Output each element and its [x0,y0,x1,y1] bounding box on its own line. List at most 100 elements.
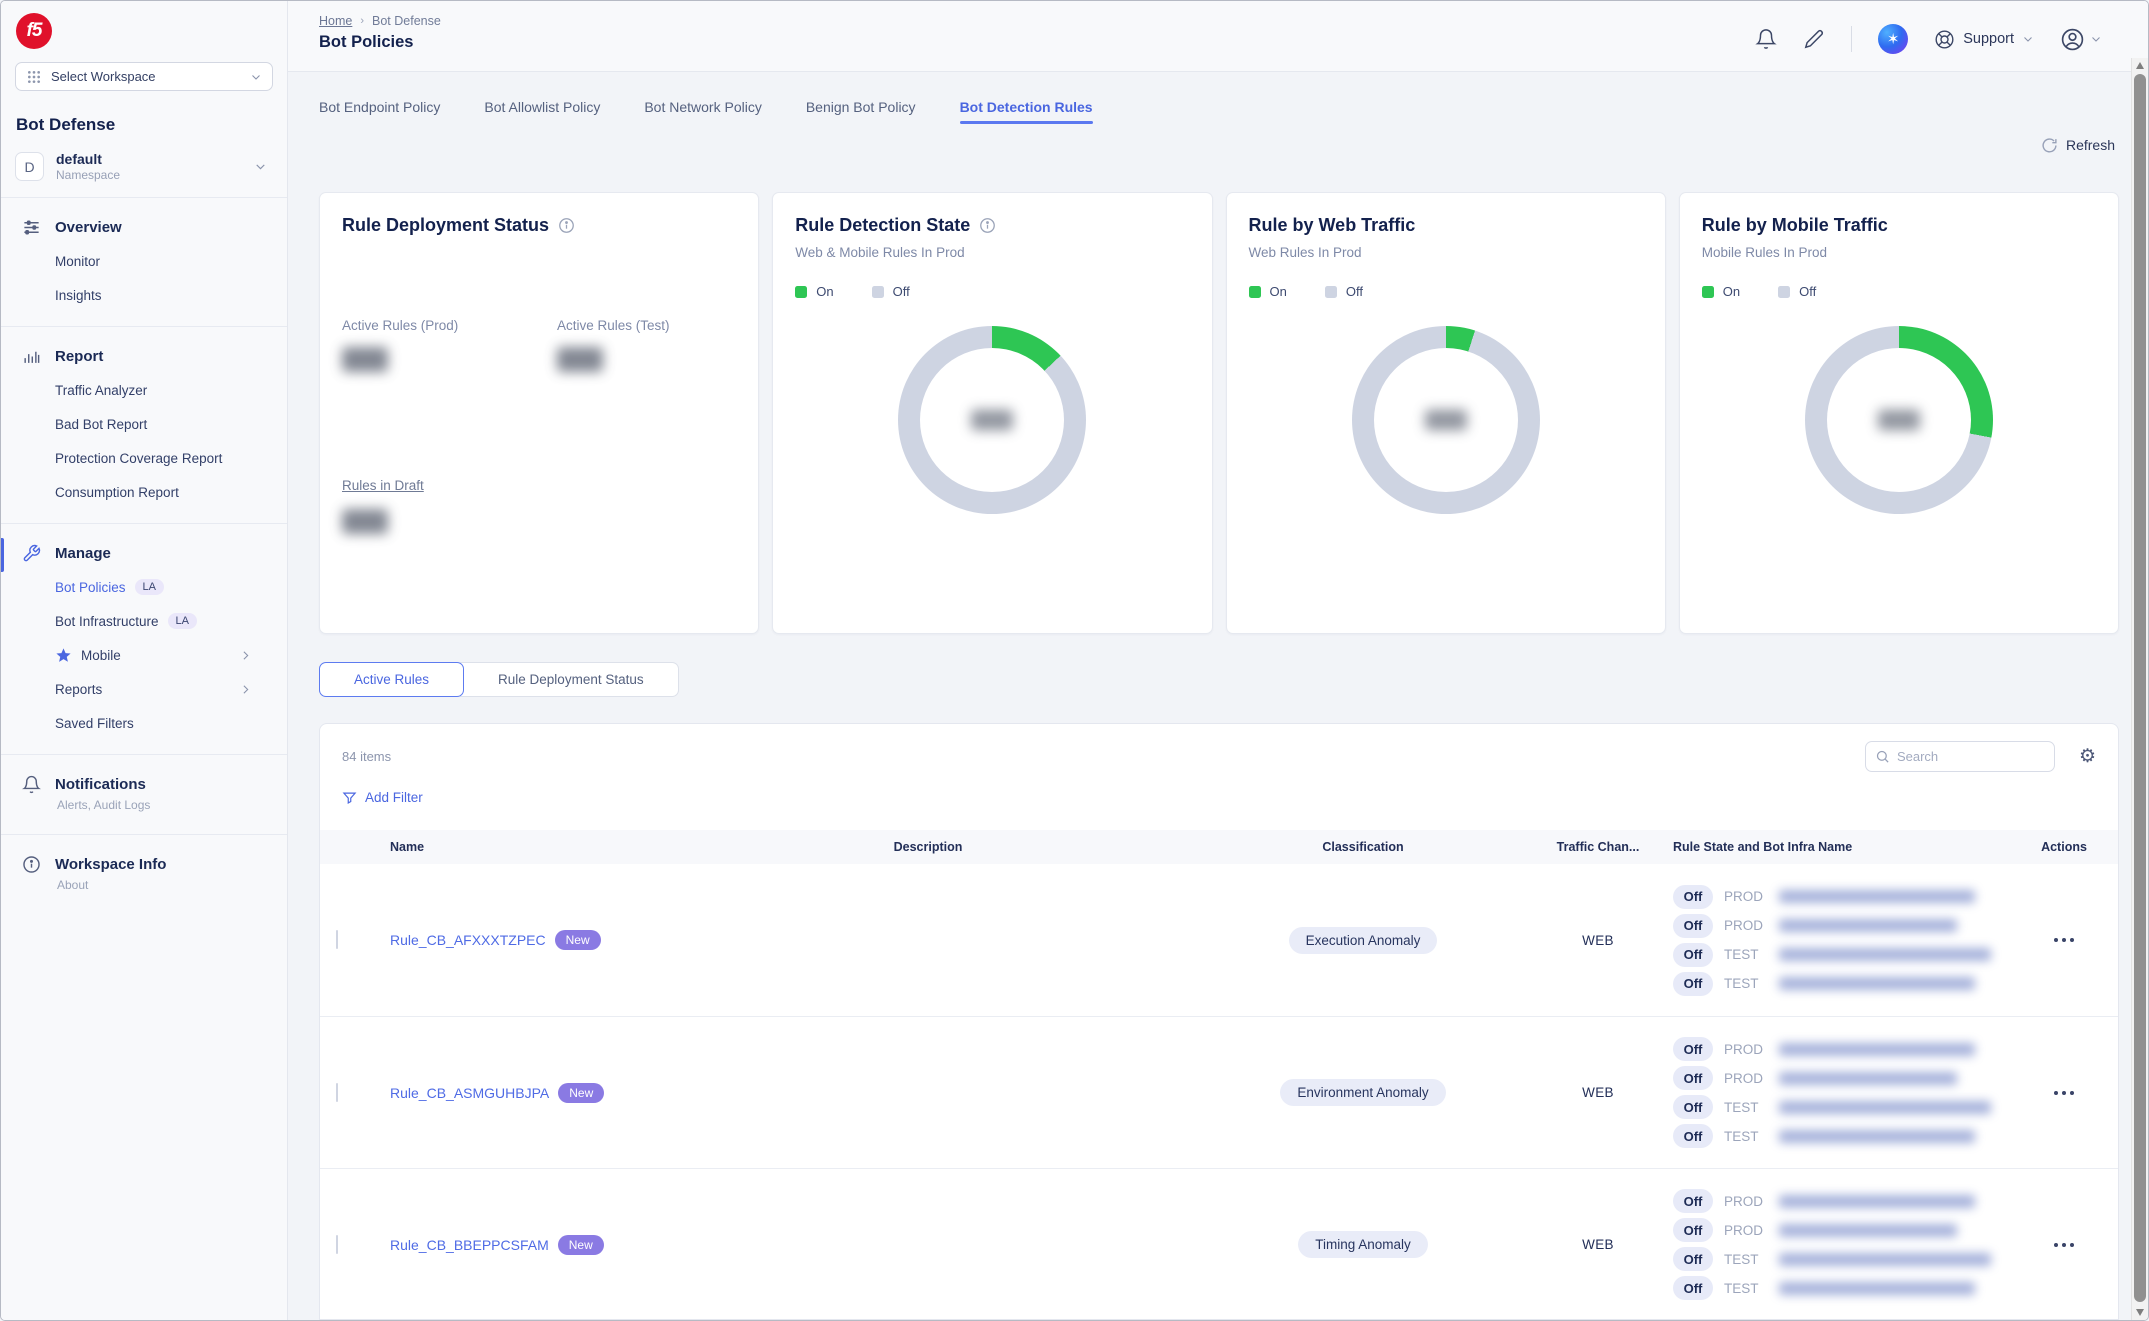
legend-on-label: On [816,284,833,299]
search-icon [1875,749,1890,764]
card-title: Rule Deployment Status [342,215,549,236]
rules-in-draft-link[interactable]: Rules in Draft [342,478,424,493]
col-description[interactable]: Description [678,840,1178,854]
support-menu[interactable]: Support [1934,29,2034,50]
tab-bot-network-policy[interactable]: Bot Network Policy [644,99,761,124]
row-actions-menu[interactable] [2008,1243,2119,1247]
refresh-label: Refresh [2066,137,2115,153]
main-area: Home › Bot Defense Bot Policies ✶ [288,1,2148,1320]
state-pill: Off [1673,914,1713,938]
workspace-selector[interactable]: Select Workspace [15,62,273,91]
tab-bot-detection-rules[interactable]: Bot Detection Rules [960,99,1093,124]
funnel-icon [342,790,357,805]
metric-label: Active Rules (Prod) [342,318,557,333]
pen-icon[interactable] [1803,28,1825,50]
nav-section-overview: Overview Monitor Insights [1,198,287,324]
f5-logo[interactable]: f5 [16,13,52,49]
chevron-down-icon [254,160,267,173]
sidebar-item-workspace-info[interactable]: Workspace Info [1,848,287,881]
chevron-down-icon [2090,33,2102,45]
items-count: 84 items [342,749,391,764]
app-window: f5 Select Workspace Bot Defense D defaul… [0,0,2149,1321]
gear-icon[interactable]: ⚙ [2079,747,2096,766]
col-rule-state[interactable]: Rule State and Bot Infra Name [1648,840,2008,854]
nav-label: Bot Infrastructure [55,614,159,629]
row-checkbox[interactable] [336,1083,338,1102]
sidebar-item-bot-policies[interactable]: Bot Policies LA [1,570,287,604]
sidebar-item-insights[interactable]: Insights [1,278,287,312]
info-icon[interactable] [558,217,575,234]
row-checkbox[interactable] [336,930,338,949]
redacted-infra-name [1779,1043,1975,1056]
nav-section-notifications: Notifications Alerts, Audit Logs [1,755,287,824]
state-pill: Off [1673,972,1713,996]
classification-pill: Execution Anomaly [1289,927,1438,954]
redacted-infra-name [1779,1130,1975,1143]
user-menu[interactable] [2060,27,2102,52]
search-box[interactable] [1865,741,2055,772]
sidebar-item-bot-infrastructure[interactable]: Bot Infrastructure LA [1,604,287,638]
toggle-rule-deployment-status[interactable]: Rule Deployment Status [460,662,679,697]
scrollbar-thumb[interactable] [2134,74,2146,1302]
rule-state-cell: OffPROD OffPROD OffTEST OffTEST [1648,1035,2008,1151]
sidebar-item-protection-coverage-report[interactable]: Protection Coverage Report [1,441,287,475]
redacted-value [342,347,388,372]
nav-label: Workspace Info [55,856,166,873]
table-row: Rule_CB_BBEPPCSFAM New Timing Anomaly WE… [320,1168,2118,1320]
sidebar-item-saved-filters[interactable]: Saved Filters [1,706,287,740]
notifications-bell-icon[interactable] [1755,28,1777,50]
sidebar-item-manage[interactable]: Manage [1,537,287,570]
sidebar-item-mobile[interactable]: Mobile [1,638,287,672]
traffic-channel: WEB [1548,933,1648,948]
env-label: TEST [1724,1281,1768,1296]
refresh-button[interactable]: Refresh [2041,137,2115,154]
redacted-infra-name [1779,890,1975,903]
row-checkbox[interactable] [336,1235,338,1254]
sidebar-item-reports[interactable]: Reports [1,672,287,706]
state-pill: Off [1673,1066,1713,1090]
sidebar-item-monitor[interactable]: Monitor [1,244,287,278]
scroll-up-arrow[interactable] [2136,62,2144,69]
state-pill: Off [1673,1247,1713,1271]
redacted-infra-name [1779,948,1991,961]
rule-name-link[interactable]: Rule_CB_BBEPPCSFAM [390,1237,549,1253]
nav-label: Notifications [55,776,146,793]
search-input[interactable] [1897,749,2045,764]
row-actions-menu[interactable] [2008,1091,2119,1095]
breadcrumb-home[interactable]: Home [319,14,352,28]
sidebar-item-bad-bot-report[interactable]: Bad Bot Report [1,407,287,441]
donut-chart [898,326,1086,514]
view-toggle: Active Rules Rule Deployment Status [319,662,2148,697]
nav-section-report: Report Traffic Analyzer Bad Bot Report P… [1,327,287,521]
namespace-selector[interactable]: D default Namespace [15,151,273,182]
row-actions-menu[interactable] [2008,938,2119,942]
vertical-scrollbar[interactable] [2131,58,2148,1320]
metric-active-rules-test: Active Rules (Test) [557,318,736,372]
info-icon[interactable] [979,217,996,234]
nav-section-workspace-info: Workspace Info About [1,835,287,904]
sidebar-item-traffic-analyzer[interactable]: Traffic Analyzer [1,373,287,407]
col-traffic-channel[interactable]: Traffic Chan... [1548,840,1648,854]
star-icon [55,647,72,664]
tab-benign-bot-policy[interactable]: Benign Bot Policy [806,99,916,124]
col-name[interactable]: Name [368,840,678,854]
sidebar-item-consumption-report[interactable]: Consumption Report [1,475,287,509]
metric-label: Active Rules (Test) [557,318,736,333]
add-filter-button[interactable]: Add Filter [342,790,423,805]
scroll-down-arrow[interactable] [2136,1309,2144,1316]
sidebar-item-report[interactable]: Report [1,340,287,373]
tab-bot-allowlist-policy[interactable]: Bot Allowlist Policy [484,99,600,124]
tab-bot-endpoint-policy[interactable]: Bot Endpoint Policy [319,99,440,124]
rule-name-link[interactable]: Rule_CB_ASMGUHBJPA [390,1085,549,1101]
ai-assistant-icon[interactable]: ✶ [1878,24,1908,54]
col-classification[interactable]: Classification [1178,840,1548,854]
card-title: Rule Detection State [795,215,970,236]
redacted-value [1425,410,1467,431]
rule-name-link[interactable]: Rule_CB_AFXXXTZPEC [390,932,546,948]
sidebar: f5 Select Workspace Bot Defense D defaul… [1,1,288,1320]
nav-label: Reports [55,682,102,697]
donut-chart [1352,326,1540,514]
toggle-active-rules[interactable]: Active Rules [319,662,464,697]
sidebar-item-overview[interactable]: Overview [1,211,287,244]
sidebar-item-notifications[interactable]: Notifications [1,768,287,801]
